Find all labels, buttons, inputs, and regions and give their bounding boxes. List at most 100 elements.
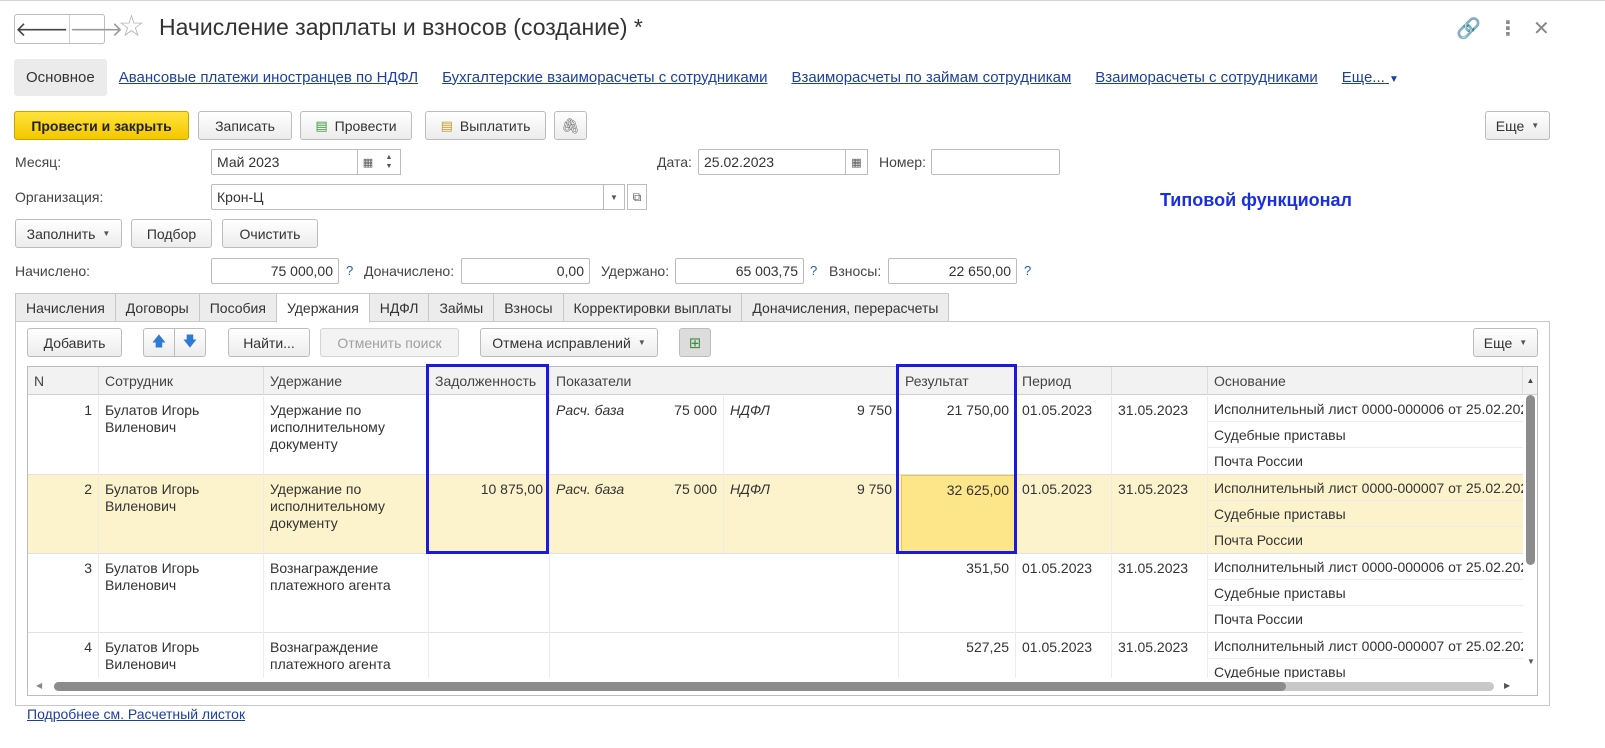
- org-label: Организация:: [15, 189, 104, 205]
- back-button[interactable]: 🡐: [15, 15, 69, 43]
- table-settings-button[interactable]: ⊞: [679, 328, 711, 357]
- withheld-help-icon[interactable]: ?: [810, 263, 817, 278]
- scroll-left-icon[interactable]: ◀: [36, 681, 42, 690]
- tab-loans[interactable]: Займы: [428, 293, 495, 322]
- withheld-label: Удержано:: [601, 263, 670, 279]
- cell-period-end: 31.05.2023: [1112, 475, 1208, 554]
- month-field[interactable]: Май 2023: [211, 149, 358, 175]
- link-icon[interactable]: 🔗: [1456, 16, 1481, 41]
- tab-payment-corrections[interactable]: Корректировки выплаты: [562, 293, 743, 322]
- cell-val2: 9 750: [820, 475, 899, 554]
- cell-employee: Булатов Игорь Виленович: [99, 396, 264, 475]
- scroll-right-icon[interactable]: ▶: [1504, 681, 1510, 690]
- tab-benefits[interactable]: Пособия: [198, 293, 277, 322]
- col-period[interactable]: Период: [1016, 367, 1112, 395]
- tab-bar: Начисления Договоры Пособия Удержания НД…: [15, 293, 950, 323]
- cell-basis-doc: Исполнительный лист 0000-000007 от 25.02…: [1208, 475, 1523, 501]
- section-link-accounting-settlements[interactable]: Бухгалтерские взаиморасчеты с сотрудника…: [442, 69, 767, 86]
- section-link-loans[interactable]: Взаиморасчеты по займам сотрудникам: [791, 69, 1071, 86]
- col-n[interactable]: N: [28, 367, 99, 395]
- calendar-icon[interactable]: ▦: [357, 149, 379, 175]
- cell-indicators: [550, 554, 899, 633]
- withheld-field: 65 003,75: [675, 258, 804, 284]
- tab-contracts[interactable]: Договоры: [114, 293, 200, 322]
- payslip-link[interactable]: Подробнее см. Расчетный листок: [27, 706, 245, 722]
- post-and-close-button[interactable]: Провести и закрыть: [14, 111, 189, 140]
- menu-dots-icon[interactable]: ⋮: [1498, 16, 1518, 41]
- month-spin-button[interactable]: ▲ ▼: [378, 149, 401, 175]
- date-calendar-icon[interactable]: ▦: [845, 149, 868, 175]
- write-button[interactable]: Записать: [198, 111, 292, 140]
- scroll-down-icon[interactable]: ▼: [1524, 657, 1537, 666]
- forward-button[interactable]: 🡒: [68, 15, 123, 43]
- cell-period-start: 01.05.2023: [1016, 396, 1112, 475]
- add-row-button[interactable]: Добавить: [27, 328, 122, 357]
- col-deduction[interactable]: Удержание: [264, 367, 429, 395]
- cancel-fix-button[interactable]: Отмена исправлений ▼: [480, 328, 658, 357]
- cell-ind1: Расч. база: [556, 481, 625, 497]
- contrib-help-icon[interactable]: ?: [1024, 263, 1031, 278]
- post-button[interactable]: ▤ Провести: [300, 111, 412, 140]
- section-link-settlements[interactable]: Взаиморасчеты с сотрудниками: [1095, 69, 1318, 86]
- cell-n: 3: [28, 554, 99, 633]
- table-row-selected[interactable]: 2 Булатов Игорь Виленович Удержание по и…: [28, 475, 1523, 554]
- clear-button[interactable]: Очистить: [222, 219, 318, 248]
- fill-button[interactable]: Заполнить ▼: [15, 219, 122, 248]
- accrued-help-icon[interactable]: ?: [346, 263, 353, 278]
- move-down-button[interactable]: 🡇: [174, 328, 206, 357]
- tab-deductions[interactable]: Удержания: [275, 293, 370, 323]
- grid-more-button[interactable]: Еще ▼: [1473, 328, 1538, 357]
- favorite-star-icon[interactable]: ☆: [118, 12, 145, 42]
- tab-accruals[interactable]: Начисления: [15, 293, 116, 322]
- arrow-up-icon: 🡅: [151, 332, 167, 349]
- number-field[interactable]: [931, 149, 1060, 175]
- spin-up-icon: ▲: [385, 154, 393, 161]
- dropdown-caret-icon: ▼: [1531, 121, 1540, 130]
- tab-contributions[interactable]: Взносы: [493, 293, 564, 322]
- highlight-debt-column: [426, 364, 549, 554]
- section-more-link[interactable]: Еще... ▼: [1342, 69, 1399, 86]
- pay-button-label: Выплатить: [459, 117, 531, 134]
- table-row[interactable]: 1 Булатов Игорь Виленович Удержание по и…: [28, 396, 1523, 475]
- cancel-search-button[interactable]: Отменить поиск: [320, 328, 459, 357]
- tab-recalculations[interactable]: Доначисления, перерасчеты: [741, 293, 950, 322]
- org-dropdown-icon[interactable]: ▼: [603, 184, 625, 210]
- contrib-field: 22 650,00: [888, 258, 1017, 284]
- move-up-button[interactable]: 🡅: [143, 328, 175, 357]
- arrow-left-icon: 🡐: [15, 18, 69, 41]
- extra-label: Доначислено:: [364, 263, 455, 279]
- pay-button[interactable]: ▤ Выплатить: [425, 111, 546, 140]
- paperclip-icon: 🖇: [560, 117, 581, 135]
- hscroll-thumb[interactable]: [54, 682, 1286, 691]
- vscroll-thumb[interactable]: [1526, 395, 1535, 565]
- tab-ndfl[interactable]: НДФЛ: [368, 293, 430, 322]
- col-employee[interactable]: Сотрудник: [99, 367, 264, 395]
- org-open-icon[interactable]: ⧉: [627, 184, 647, 210]
- table-row[interactable]: 3 Булатов Игорь Виленович Вознаграждение…: [28, 554, 1523, 633]
- cell-period-end: 31.05.2023: [1112, 554, 1208, 633]
- find-button[interactable]: Найти...: [228, 328, 310, 357]
- cell-basis-delivery: Почта России: [1214, 532, 1303, 548]
- close-icon[interactable]: ✕: [1533, 16, 1550, 41]
- cell-result: 351,50: [899, 554, 1016, 633]
- extra-field: 0,00: [461, 258, 590, 284]
- section-nav: Основное Авансовые платежи иностранцев п…: [14, 57, 1399, 97]
- date-field[interactable]: 25.02.2023: [698, 149, 846, 175]
- contrib-label: Взносы:: [829, 263, 882, 279]
- col-indicators[interactable]: Показатели: [550, 367, 899, 395]
- pick-button[interactable]: Подбор: [131, 219, 212, 248]
- cell-basis-recipient: Судебные приставы: [1208, 501, 1523, 527]
- col-period-end[interactable]: [1112, 367, 1208, 395]
- cell-deduction: Удержание по исполнительному документу: [264, 475, 429, 554]
- cell-ind2: НДФЛ: [730, 402, 770, 418]
- cell-deduction: Вознаграждение платежного агента: [264, 554, 429, 633]
- attach-button[interactable]: 🖇: [554, 111, 587, 140]
- col-basis[interactable]: Основание: [1208, 367, 1523, 395]
- cell-n: 1: [28, 396, 99, 475]
- more-button[interactable]: Еще ▼: [1485, 111, 1550, 140]
- org-field[interactable]: Крон-Ц: [211, 184, 604, 210]
- section-main[interactable]: Основное: [14, 58, 107, 96]
- scroll-up-icon[interactable]: ▲: [1523, 367, 1537, 395]
- number-label: Номер:: [879, 154, 926, 170]
- section-link-advance-ndfl[interactable]: Авансовые платежи иностранцев по НДФЛ: [119, 69, 418, 86]
